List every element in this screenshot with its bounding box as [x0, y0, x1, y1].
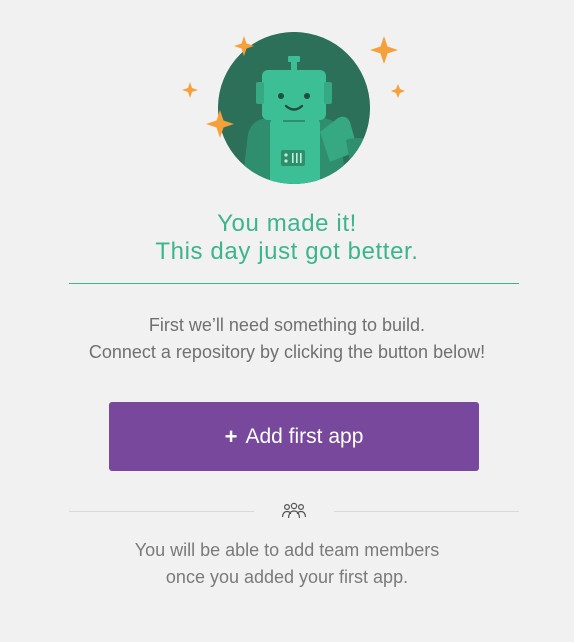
team-icon: [281, 502, 307, 519]
add-first-app-label: Add first app: [245, 424, 364, 448]
intro-line-1: First we’ll need something to build.: [148, 315, 426, 335]
headline-line-1: You made it!: [217, 210, 357, 237]
headline-line-2: This day just got better.: [155, 238, 419, 265]
team-note: You will be able to add team members onc…: [0, 537, 574, 591]
headline-divider: [69, 283, 519, 284]
headline: You made it! This day just got better.: [0, 210, 574, 266]
add-first-app-button[interactable]: + Add first app: [109, 402, 479, 471]
intro-text: First we’ll need something to build. Con…: [0, 312, 574, 366]
divider-right: [334, 511, 519, 512]
onboarding-page: You made it! This day just got better. F…: [0, 0, 574, 642]
divider-left: [69, 511, 254, 512]
intro-line-2: Connect a repository by clicking the but…: [88, 342, 486, 362]
team-note-line-1: You will be able to add team members: [134, 540, 440, 560]
robot-mascot-icon: [182, 32, 405, 184]
team-divider: [69, 500, 519, 522]
team-note-line-2: once you added your first app.: [165, 567, 409, 587]
plus-icon: +: [224, 423, 238, 449]
robot-mascot-illustration: [170, 22, 410, 192]
